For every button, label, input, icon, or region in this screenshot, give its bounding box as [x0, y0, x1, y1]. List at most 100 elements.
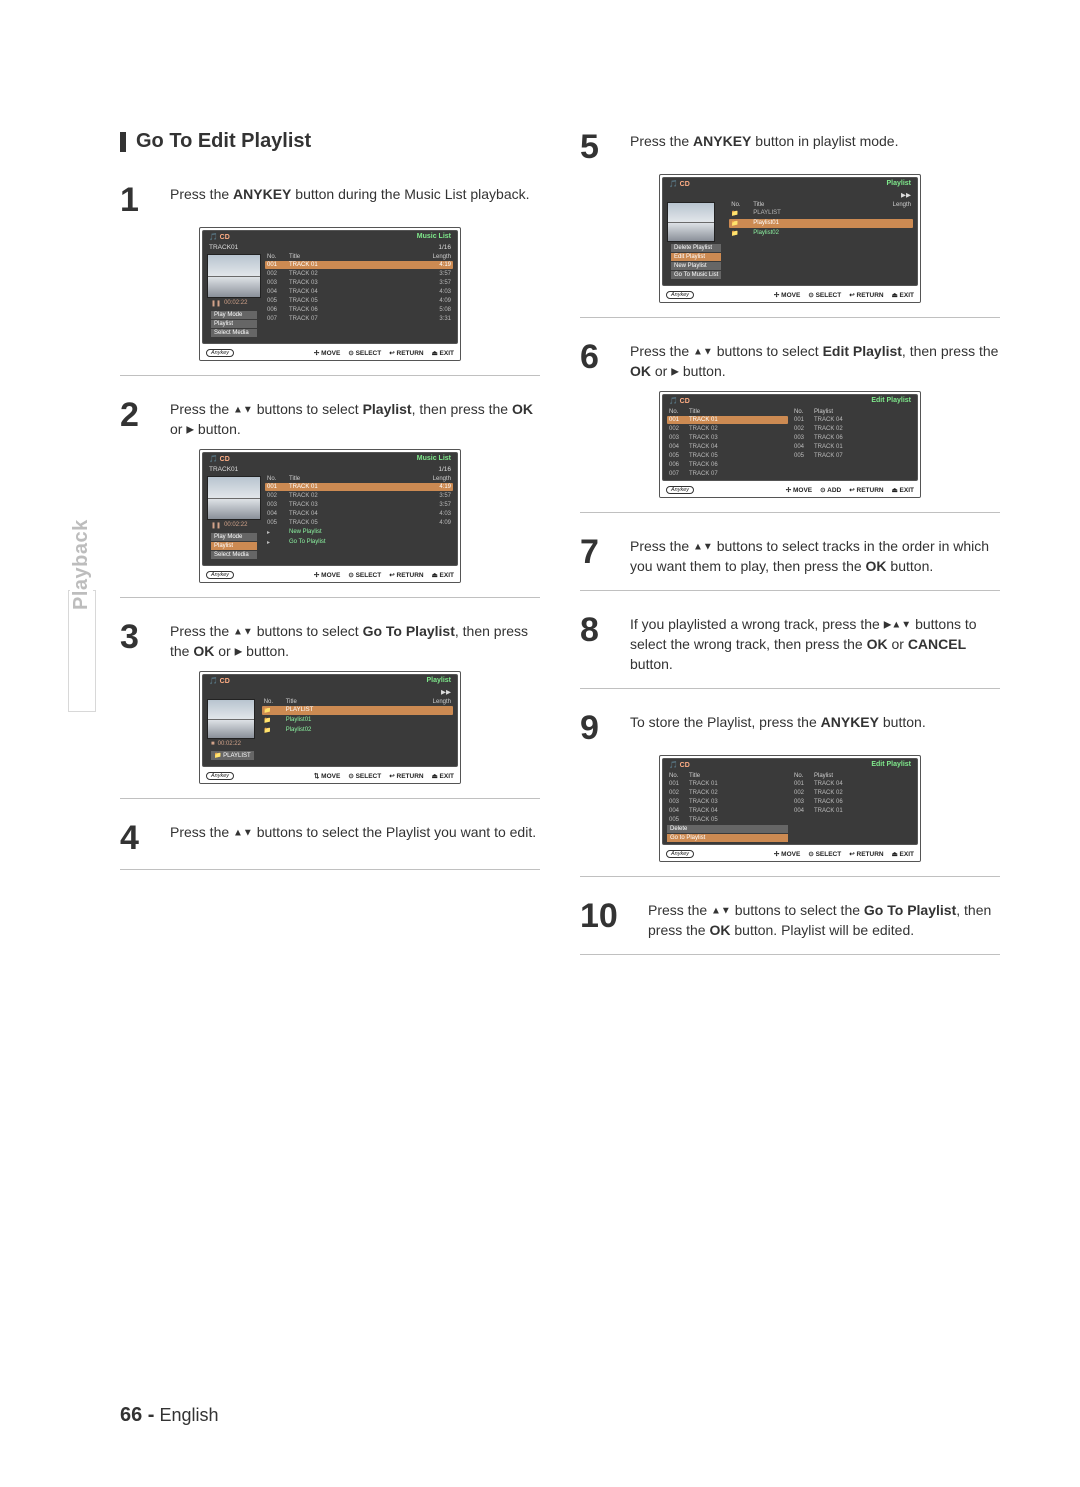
ui-box: 🎵 CDMusic List TRACK011/16 ❚❚00:02:22 Pl… [199, 449, 461, 583]
play-time: 00:02:22 [224, 522, 247, 529]
step-3: 3 Press the ▲▼ buttons to select Go To P… [120, 620, 540, 661]
play-status: ❚❚ 00:02:22 [207, 298, 261, 309]
play-icon: ▶ [186, 424, 194, 435]
divider [580, 876, 1000, 877]
track-list: No.TitleLength 001TRACK 014:19 002TRACK … [265, 254, 453, 341]
screen-title: Playlist [426, 677, 451, 685]
list-item: 002TRACK 023:57 [265, 492, 453, 500]
playlist-icon: ▶▶ [441, 688, 451, 696]
album-thumb [207, 254, 261, 298]
page-language: English [159, 1405, 218, 1425]
screen-title: Music List [417, 455, 451, 463]
cd-label: 🎵 CD [209, 455, 230, 463]
step-text: Press the ▲▼ buttons to select the Playl… [170, 821, 536, 855]
list-item: 004TRACK 01 [792, 807, 913, 815]
section-heading: Go To Edit Playlist [120, 130, 540, 153]
list-item: 003TRACK 06 [792, 434, 913, 442]
step-number: 4 [120, 821, 160, 855]
divider [580, 688, 1000, 689]
menu-item-go-to-music-list: Go To Music List [671, 271, 721, 279]
list-item: 004TRACK 044:03 [265, 288, 453, 296]
foot-exit: ⏏ EXIT [432, 349, 454, 357]
list-item: 003TRACK 033:57 [265, 279, 453, 287]
dual-list: No.Title 001TRACK 01 002TRACK 02 003TRAC… [663, 771, 917, 844]
ui-footer: Anykey ✢ MOVE ⊙ SELECT ↩ RETURN ⏏ EXIT [200, 346, 460, 360]
list-item: 007TRACK 07 [667, 470, 788, 478]
track-count: 1/16 [438, 466, 451, 473]
ui-screenshot-1: 🎵 CD Music List TRACK01 1/16 ❚❚ [120, 227, 540, 361]
play-status: ❚❚00:02:22 [207, 520, 261, 531]
up-down-icon: ▲▼ [711, 905, 731, 916]
ui-box: 🎵 CDPlaylist ▶▶ ■00:02:22 📁 PLAYLIST [199, 671, 461, 784]
step-number: 1 [120, 183, 160, 217]
t: OK [512, 401, 533, 417]
list-item: 📁Playlist01 [729, 219, 913, 228]
divider [580, 512, 1000, 513]
list-item: 004TRACK 01 [792, 443, 913, 451]
ui-footer: Anykey ✢ MOVE⊙ SELECT↩ RETURN⏏ EXIT [200, 568, 460, 582]
content-columns: Go To Edit Playlist 1 Press the ANYKEY b… [120, 130, 1000, 977]
list-item: 003TRACK 06 [792, 798, 913, 806]
anykey-chip: Anykey [666, 850, 694, 858]
step-1: 1 Press the ANYKEY button during the Mus… [120, 183, 540, 217]
ui-screenshot-6: 🎵 CDEdit Playlist No.Title 001TRACK 01 0… [580, 391, 1000, 498]
anykey-chip: Anykey [666, 486, 694, 494]
cd-label: 🎵 CD [209, 677, 230, 685]
play-status: ■00:02:22 [207, 739, 258, 749]
list-item [262, 742, 453, 744]
menu-item-edit-playlist: Edit Playlist [671, 253, 721, 261]
ui-screenshot-2: 🎵 CDMusic List TRACK011/16 ❚❚00:02:22 Pl… [120, 449, 540, 583]
list-item: 004TRACK 04 [667, 443, 788, 451]
list-item [262, 736, 453, 738]
list-item: 📁Playlist02 [729, 229, 913, 238]
t: Press the [170, 186, 233, 202]
pause-icon: ❚❚ [211, 522, 221, 529]
ui-footer: Anykey ✢ MOVE⊙ SELECT↩ RETURN⏏ EXIT [660, 847, 920, 861]
anykey-menu: Play Mode Playlist Select Media [207, 531, 261, 563]
play-time: 00:02:22 [224, 300, 247, 307]
anykey-chip: Anykey [206, 349, 234, 357]
cd-label: 🎵 CD [669, 180, 690, 188]
ui-box: 🎵 CD Music List TRACK01 1/16 ❚❚ [199, 227, 461, 361]
divider [120, 798, 540, 799]
list-item: 📁PLAYLIST [729, 209, 913, 218]
source-list: No.Title 001TRACK 01 002TRACK 02 003TRAC… [667, 409, 788, 478]
track-label: TRACK01 [209, 244, 238, 251]
step-2: 2 Press the ▲▼ buttons to select Playlis… [120, 398, 540, 439]
screen-title: Music List [417, 233, 451, 241]
cd-label: 🎵 CD [669, 397, 690, 405]
pause-icon: ❚❚ [211, 300, 221, 307]
menu-item-delete: Delete [667, 825, 788, 833]
step-text: If you playlisted a wrong track, press t… [630, 613, 1000, 674]
step-number: 8 [580, 613, 620, 674]
ui-screenshot-5: 🎵 CDPlaylist ▶▶ Delete Playlist Edit Pla… [580, 174, 1000, 303]
album-thumb [207, 699, 255, 739]
ui-screenshot-3: 🎵 CDPlaylist ▶▶ ■00:02:22 📁 PLAYLIST [120, 671, 540, 784]
list-item: 007TRACK 073:31 [265, 315, 453, 323]
step-number: 7 [580, 535, 620, 576]
anykey-menu: Delete Playlist Edit Playlist New Playli… [667, 242, 725, 283]
cd-label: 🎵 CD [669, 761, 690, 769]
list-item: 005TRACK 054:09 [265, 519, 453, 527]
list-item [729, 242, 913, 244]
list-item: 005TRACK 05 [667, 452, 788, 460]
step-9: 9 To store the Playlist, press the ANYKE… [580, 711, 1000, 745]
step-number: 5 [580, 130, 620, 164]
anykey-chip: Anykey [666, 291, 694, 299]
divider [120, 869, 540, 870]
left-column: Go To Edit Playlist 1 Press the ANYKEY b… [120, 130, 540, 977]
foot-select: ⊙ SELECT [348, 349, 381, 357]
step-text: To store the Playlist, press the ANYKEY … [630, 711, 926, 745]
list-item: 002TRACK 02 [667, 789, 788, 797]
step-4: 4 Press the ▲▼ buttons to select the Pla… [120, 821, 540, 855]
up-down-icon: ▲▼ [233, 828, 253, 839]
side-tab: Playback [70, 519, 93, 610]
screen-title: Playlist [886, 180, 911, 188]
up-down-icon: ▲▼ [233, 626, 253, 637]
list-item: 001TRACK 01 [667, 416, 788, 424]
step-text: Press the ▲▼ buttons to select Playlist,… [170, 398, 540, 439]
list-item [262, 739, 453, 741]
menu-item-playlist: Playlist [211, 542, 257, 550]
menu-item-select-media: Select Media [211, 551, 257, 559]
step-number: 9 [580, 711, 620, 745]
